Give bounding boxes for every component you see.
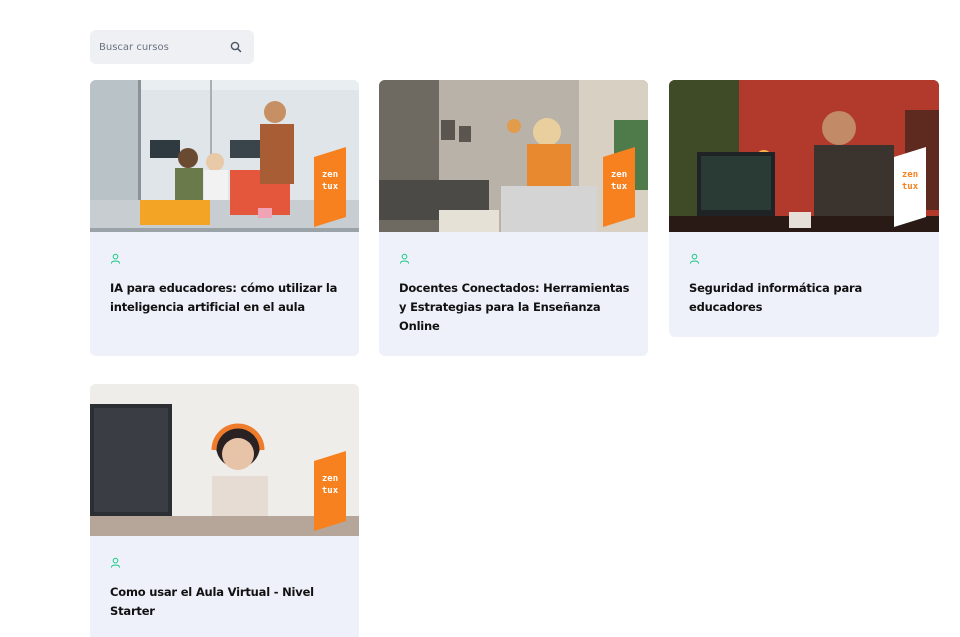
user-icon <box>110 253 121 264</box>
course-title[interactable]: Como usar el Aula Virtual - Nivel Starte… <box>110 583 341 621</box>
course-title[interactable]: Seguridad informática para educadores <box>689 279 921 317</box>
user-icon <box>399 253 410 264</box>
course-thumbnail[interactable]: zen tux <box>90 80 359 232</box>
user-icon <box>110 557 121 568</box>
svg-text:tux: tux <box>322 182 339 192</box>
zentux-logo-badge: zen tux <box>894 147 926 227</box>
zentux-logo-badge: zen tux <box>314 451 346 531</box>
course-thumbnail[interactable]: zen tux <box>90 384 359 536</box>
svg-text:zen: zen <box>902 170 918 180</box>
course-title[interactable]: IA para educadores: cómo utilizar la int… <box>110 279 341 317</box>
course-thumbnail[interactable]: zen tux <box>669 80 939 232</box>
zentux-logo-badge: zen tux <box>314 147 346 227</box>
svg-text:zen: zen <box>322 170 338 180</box>
svg-text:tux: tux <box>611 182 628 192</box>
course-title[interactable]: Docentes Conectados: Herramientas y Estr… <box>399 279 630 336</box>
course-card[interactable]: zen tux IA para educadores: cómo utiliza… <box>90 80 359 356</box>
svg-text:tux: tux <box>902 182 919 192</box>
search-input[interactable] <box>99 41 219 53</box>
svg-text:zen: zen <box>322 474 338 484</box>
search-icon[interactable] <box>229 40 243 54</box>
course-thumbnail[interactable]: zen tux <box>379 80 648 232</box>
course-card[interactable]: zen tux Como usar el Aula Virtual - Nive… <box>90 384 359 637</box>
svg-text:tux: tux <box>322 486 339 496</box>
user-icon <box>689 253 700 264</box>
course-card[interactable]: zen tux Docentes Conectados: Herramienta… <box>379 80 648 356</box>
svg-text:zen: zen <box>611 170 627 180</box>
search-box[interactable] <box>90 30 254 64</box>
course-catalog-page: zen tux IA para educadores: cómo utiliza… <box>0 0 960 637</box>
course-card[interactable]: zen tux Seguridad informática para educa… <box>669 80 939 337</box>
zentux-logo-badge: zen tux <box>603 147 635 227</box>
